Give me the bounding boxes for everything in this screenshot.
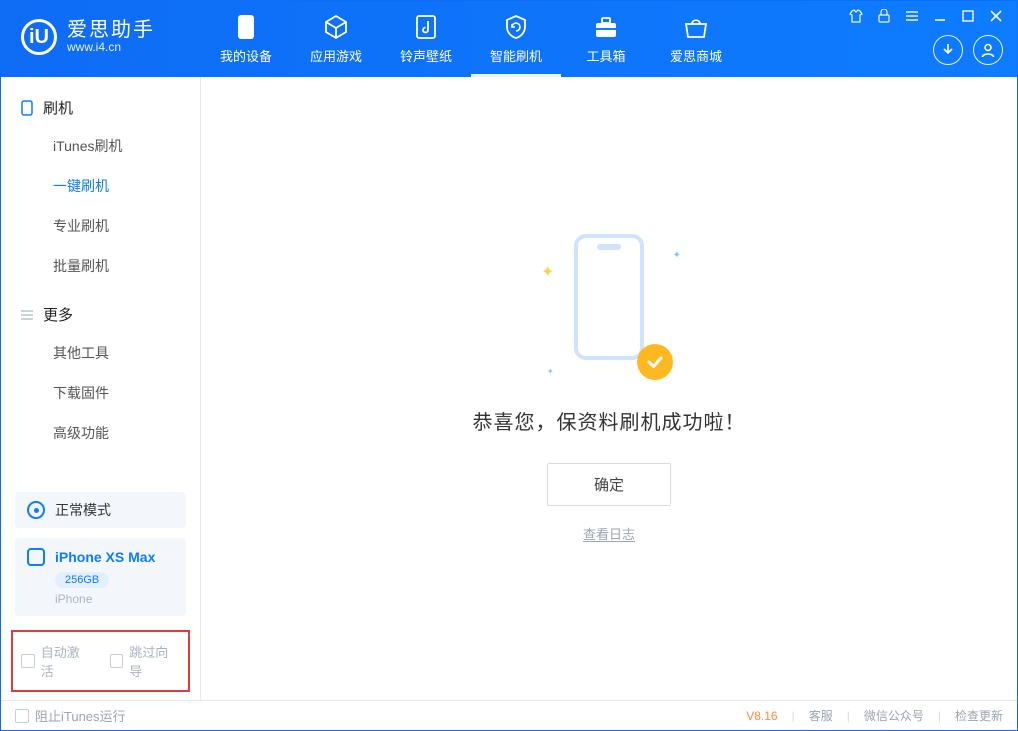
cube-icon xyxy=(323,14,349,40)
tab-apps[interactable]: 应用游戏 xyxy=(291,1,381,77)
cb-label: 自动激活 xyxy=(41,642,92,680)
separator: | xyxy=(847,709,850,723)
version-label: V8.16 xyxy=(746,709,777,723)
cb-label: 跳过向导 xyxy=(129,642,180,680)
device-capacity: 256GB xyxy=(55,572,109,588)
sparkle-icon: ✦ xyxy=(547,367,554,376)
minimize-icon[interactable] xyxy=(931,7,949,25)
highlighted-checkbox-row: 自动激活 跳过向导 xyxy=(11,630,190,692)
sidebar-item-other-tools[interactable]: 其他工具 xyxy=(1,333,200,373)
menu-icon[interactable] xyxy=(903,7,921,25)
download-button[interactable] xyxy=(933,35,963,65)
tab-store[interactable]: 爱思商城 xyxy=(651,1,741,77)
checkbox-block-itunes[interactable]: 阻止iTunes运行 xyxy=(15,706,126,725)
tab-label: 智能刷机 xyxy=(490,46,542,65)
group-title: 刷机 xyxy=(43,97,73,118)
shirt-icon[interactable] xyxy=(847,7,865,25)
separator: | xyxy=(938,709,941,723)
wechat-link[interactable]: 微信公众号 xyxy=(864,707,924,724)
check-update-link[interactable]: 检查更新 xyxy=(955,707,1003,724)
sidebar-item-advanced[interactable]: 高级功能 xyxy=(1,413,200,453)
device-type: iPhone xyxy=(55,592,174,606)
checkbox-icon xyxy=(110,654,124,668)
mode-icon xyxy=(27,501,45,519)
view-log-link[interactable]: 查看日志 xyxy=(583,524,635,543)
group-flash: 刷机 xyxy=(1,89,200,126)
device-icon xyxy=(27,548,45,566)
app-header: iU 爱思助手 www.i4.cn 我的设备 应用游戏 铃声壁纸 智能刷机 工具… xyxy=(1,1,1017,77)
maximize-icon[interactable] xyxy=(959,7,977,25)
mode-label: 正常模式 xyxy=(55,500,111,520)
tab-label: 爱思商城 xyxy=(670,46,722,65)
tab-label: 铃声壁纸 xyxy=(400,46,452,65)
phone-icon xyxy=(19,100,35,116)
sidebar-item-batch-flash[interactable]: 批量刷机 xyxy=(1,246,200,286)
window-controls xyxy=(847,7,1005,25)
sparkle-icon: ✦ xyxy=(673,250,681,261)
header-action-circles xyxy=(933,35,1003,65)
cb-label: 阻止iTunes运行 xyxy=(35,706,126,725)
list-icon xyxy=(19,307,35,323)
ok-button[interactable]: 确定 xyxy=(547,463,671,506)
tab-label: 应用游戏 xyxy=(310,46,362,65)
success-check-icon xyxy=(637,344,673,380)
success-message: 恭喜您，保资料刷机成功啦！ xyxy=(473,406,746,435)
main-content: ✦ ✦ ✦ 恭喜您，保资料刷机成功啦！ 确定 查看日志 xyxy=(201,77,1017,700)
close-icon[interactable] xyxy=(987,7,1005,25)
logo: iU 爱思助手 www.i4.cn xyxy=(1,1,201,55)
tab-toolbox[interactable]: 工具箱 xyxy=(561,1,651,77)
group-more: 更多 xyxy=(1,296,200,333)
device-icon xyxy=(233,14,259,40)
lock-icon[interactable] xyxy=(875,7,893,25)
mode-card[interactable]: 正常模式 xyxy=(15,492,186,528)
sidebar-item-itunes-flash[interactable]: iTunes刷机 xyxy=(1,126,200,166)
logo-icon: iU xyxy=(21,19,57,55)
device-card[interactable]: iPhone XS Max 256GB iPhone xyxy=(15,538,186,616)
separator: | xyxy=(792,709,795,723)
support-link[interactable]: 客服 xyxy=(809,707,833,724)
checkbox-skip-guide[interactable]: 跳过向导 xyxy=(110,642,181,680)
sidebar-item-download-fw[interactable]: 下载固件 xyxy=(1,373,200,413)
status-bar: 阻止iTunes运行 V8.16 | 客服 | 微信公众号 | 检查更新 xyxy=(1,700,1017,730)
app-name: 爱思助手 xyxy=(67,19,155,41)
sidebar-item-pro-flash[interactable]: 专业刷机 xyxy=(1,206,200,246)
shield-refresh-icon xyxy=(503,14,529,40)
toolbox-icon xyxy=(593,14,619,40)
group-title: 更多 xyxy=(43,304,73,325)
sidebar: 刷机 iTunes刷机 一键刷机 专业刷机 批量刷机 更多 其他工具 下载固件 … xyxy=(1,77,201,700)
music-icon xyxy=(413,14,439,40)
store-icon xyxy=(683,14,709,40)
device-panel: 正常模式 iPhone XS Max 256GB iPhone xyxy=(1,484,200,622)
app-url: www.i4.cn xyxy=(67,41,155,54)
user-button[interactable] xyxy=(973,35,1003,65)
phone-outline-icon xyxy=(574,234,644,360)
tab-label: 工具箱 xyxy=(586,46,625,65)
tab-flash[interactable]: 智能刷机 xyxy=(471,1,561,77)
tab-label: 我的设备 xyxy=(220,46,272,65)
device-name: iPhone XS Max xyxy=(55,549,155,565)
sidebar-item-one-click-flash[interactable]: 一键刷机 xyxy=(1,166,200,206)
success-illustration: ✦ ✦ ✦ xyxy=(549,234,669,384)
nav-tabs: 我的设备 应用游戏 铃声壁纸 智能刷机 工具箱 爱思商城 xyxy=(201,1,741,77)
tab-my-device[interactable]: 我的设备 xyxy=(201,1,291,77)
sparkle-icon: ✦ xyxy=(541,262,554,282)
checkbox-auto-activate[interactable]: 自动激活 xyxy=(21,642,92,680)
tab-ringtones[interactable]: 铃声壁纸 xyxy=(381,1,471,77)
checkbox-icon xyxy=(15,709,29,723)
